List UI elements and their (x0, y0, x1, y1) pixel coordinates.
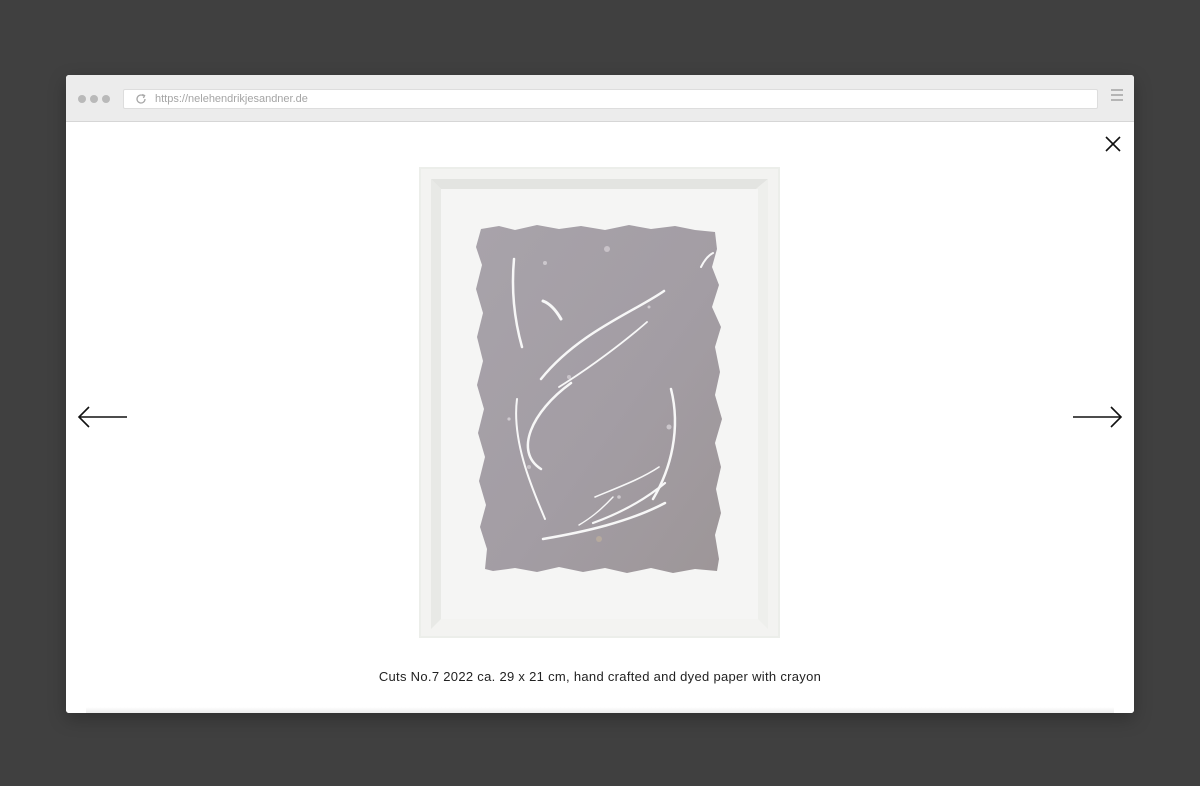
artwork-caption: Cuts No.7 2022 ca. 29 x 21 cm, hand craf… (378, 669, 822, 684)
url-text[interactable]: https://nelehendrikjesandner.de (155, 93, 308, 106)
hamburger-menu-icon[interactable] (1111, 89, 1123, 103)
window-control-dot[interactable] (102, 95, 110, 103)
close-icon[interactable] (1103, 134, 1123, 154)
address-bar[interactable]: https://nelehendrikjesandner.de (123, 89, 1098, 109)
arrow-right-icon[interactable] (1072, 405, 1124, 429)
reload-icon[interactable] (135, 93, 147, 105)
arrow-left-icon[interactable] (76, 405, 128, 429)
browser-window: https://nelehendrikjesandner.de Cuts No.… (66, 75, 1134, 713)
browser-toolbar: https://nelehendrikjesandner.de (66, 75, 1134, 122)
window-control-dot[interactable] (78, 95, 86, 103)
window-bottom-shadow (86, 707, 1114, 713)
artwork-image (419, 167, 780, 638)
lightbox: Cuts No.7 2022 ca. 29 x 21 cm, hand craf… (66, 122, 1134, 713)
window-control-dot[interactable] (90, 95, 98, 103)
